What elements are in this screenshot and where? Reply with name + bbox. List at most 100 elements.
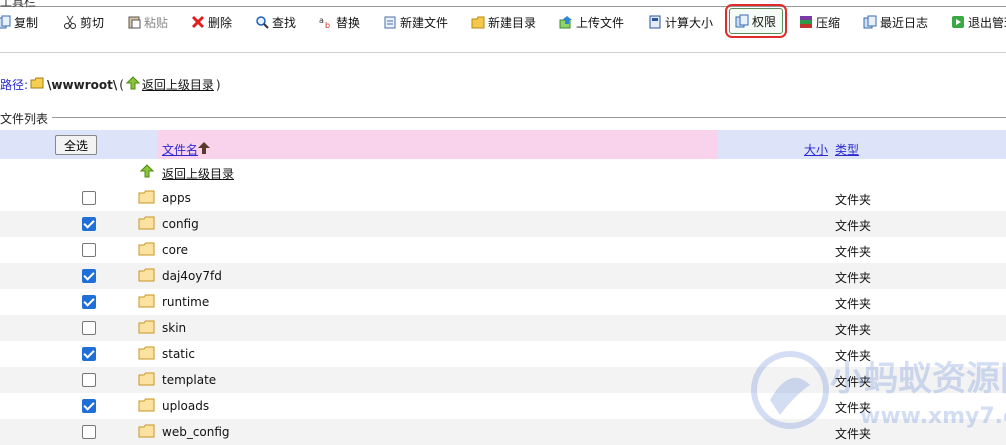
file-type: 文件夹 bbox=[835, 219, 872, 233]
path-open-paren: ( bbox=[119, 77, 124, 92]
file-type: 文件夹 bbox=[835, 297, 872, 311]
new-folder-label: 新建目录 bbox=[488, 15, 537, 30]
cut-button[interactable]: 剪切 bbox=[62, 9, 104, 35]
log-icon bbox=[862, 14, 878, 30]
table-row: core 文件夹 bbox=[0, 237, 1006, 263]
row-checkbox[interactable] bbox=[82, 191, 96, 205]
copy-label: 复制 bbox=[14, 15, 39, 30]
file-type: 文件夹 bbox=[835, 427, 872, 441]
table-row: static 文件夹 bbox=[0, 341, 1006, 367]
row-checkbox[interactable] bbox=[82, 269, 96, 283]
folder-icon bbox=[138, 294, 155, 308]
select-all-button[interactable]: 全选 bbox=[55, 135, 97, 155]
path-up-link[interactable]: 返回上级目录 bbox=[142, 76, 214, 93]
sort-by-name-link[interactable]: 文件名 bbox=[162, 141, 211, 158]
delete-button[interactable]: 删除 bbox=[190, 9, 232, 35]
replace-button[interactable]: ab 替换 bbox=[318, 9, 360, 35]
folder-icon bbox=[138, 372, 155, 386]
table-row: template 文件夹 bbox=[0, 367, 1006, 393]
list-item-parent: 返回上级目录 bbox=[0, 159, 1006, 185]
compress-button[interactable]: 压缩 bbox=[798, 9, 840, 35]
file-type: 文件夹 bbox=[835, 349, 872, 363]
exit-button[interactable]: 退出管理 bbox=[950, 9, 1006, 35]
compress-label: 压缩 bbox=[816, 15, 841, 30]
folder-icon bbox=[138, 346, 155, 360]
row-checkbox[interactable] bbox=[82, 295, 96, 309]
file-name[interactable]: static bbox=[162, 347, 195, 361]
calc-size-button[interactable]: 计算大小 bbox=[647, 9, 713, 35]
header-name-cell bbox=[158, 130, 718, 159]
file-list-border bbox=[0, 117, 1006, 118]
replace-icon: ab bbox=[318, 14, 334, 30]
search-label: 查找 bbox=[272, 15, 297, 30]
search-button[interactable]: 查找 bbox=[254, 9, 296, 35]
folder-icon bbox=[138, 190, 155, 204]
row-checkbox[interactable] bbox=[82, 217, 96, 231]
file-name[interactable]: apps bbox=[162, 191, 191, 205]
delete-label: 删除 bbox=[208, 15, 233, 30]
paste-label: 粘贴 bbox=[144, 15, 169, 30]
paste-icon bbox=[126, 14, 142, 30]
file-type: 文件夹 bbox=[835, 401, 872, 415]
new-file-button[interactable]: 新建文件 bbox=[382, 9, 448, 35]
sort-by-type-link[interactable]: 类型 bbox=[835, 141, 859, 158]
folder-icon bbox=[138, 268, 155, 282]
file-name[interactable]: skin bbox=[162, 321, 186, 335]
sort-by-size-link[interactable]: 大小 bbox=[804, 141, 828, 158]
file-type: 文件夹 bbox=[835, 323, 872, 337]
row-checkbox[interactable] bbox=[82, 425, 96, 439]
table-row: daj4oy7fd 文件夹 bbox=[0, 263, 1006, 289]
path-close-paren: ) bbox=[215, 77, 221, 92]
copy-button[interactable]: 复制 bbox=[0, 9, 38, 35]
up-arrow-icon bbox=[139, 164, 155, 181]
file-name[interactable]: core bbox=[162, 243, 188, 257]
file-name[interactable]: daj4oy7fd bbox=[162, 269, 222, 283]
recent-log-label: 最近日志 bbox=[880, 15, 929, 30]
file-name[interactable]: uploads bbox=[162, 399, 209, 413]
parent-dir-link[interactable]: 返回上级目录 bbox=[162, 165, 234, 182]
exit-icon bbox=[950, 14, 966, 30]
row-checkbox[interactable] bbox=[82, 243, 96, 257]
svg-text:a: a bbox=[319, 16, 324, 25]
table-row: runtime 文件夹 bbox=[0, 289, 1006, 315]
row-checkbox[interactable] bbox=[82, 399, 96, 413]
sort-up-icon bbox=[198, 142, 211, 157]
folder-icon bbox=[138, 242, 155, 256]
new-file-label: 新建文件 bbox=[400, 15, 449, 30]
calc-size-label: 计算大小 bbox=[665, 15, 714, 30]
recent-log-button[interactable]: 最近日志 bbox=[862, 9, 928, 35]
new-file-icon bbox=[382, 14, 398, 30]
current-directory: \wwwroot\ bbox=[47, 77, 118, 92]
table-row: uploads 文件夹 bbox=[0, 393, 1006, 419]
file-type: 文件夹 bbox=[835, 375, 872, 389]
replace-label: 替换 bbox=[336, 15, 361, 30]
file-type: 文件夹 bbox=[835, 245, 872, 259]
permission-icon bbox=[734, 13, 750, 29]
upload-icon bbox=[558, 14, 574, 30]
paste-button[interactable]: 粘贴 bbox=[126, 9, 168, 35]
table-row: config 文件夹 bbox=[0, 211, 1006, 237]
file-name[interactable]: template bbox=[162, 373, 216, 387]
copy-icon bbox=[0, 14, 12, 30]
file-name[interactable]: web_config bbox=[162, 425, 230, 439]
row-checkbox[interactable] bbox=[82, 373, 96, 387]
up-arrow-icon bbox=[125, 76, 141, 93]
table-row: skin 文件夹 bbox=[0, 315, 1006, 341]
search-icon bbox=[254, 14, 270, 30]
row-checkbox[interactable] bbox=[82, 347, 96, 361]
file-name[interactable]: config bbox=[162, 217, 199, 231]
table-row: apps 文件夹 bbox=[0, 185, 1006, 211]
permission-label: 权限 bbox=[752, 14, 777, 29]
folder-icon bbox=[138, 398, 155, 412]
cut-label: 剪切 bbox=[80, 15, 105, 30]
delete-x-icon bbox=[190, 14, 206, 30]
table-row: web_config 文件夹 bbox=[0, 419, 1006, 445]
upload-button[interactable]: 上传文件 bbox=[558, 9, 624, 35]
folder-icon bbox=[138, 216, 155, 230]
permission-button[interactable]: 权限 bbox=[724, 4, 788, 38]
new-folder-icon bbox=[470, 14, 486, 30]
folder-icon bbox=[138, 320, 155, 334]
file-name[interactable]: runtime bbox=[162, 295, 209, 309]
row-checkbox[interactable] bbox=[82, 321, 96, 335]
new-folder-button[interactable]: 新建目录 bbox=[470, 9, 536, 35]
